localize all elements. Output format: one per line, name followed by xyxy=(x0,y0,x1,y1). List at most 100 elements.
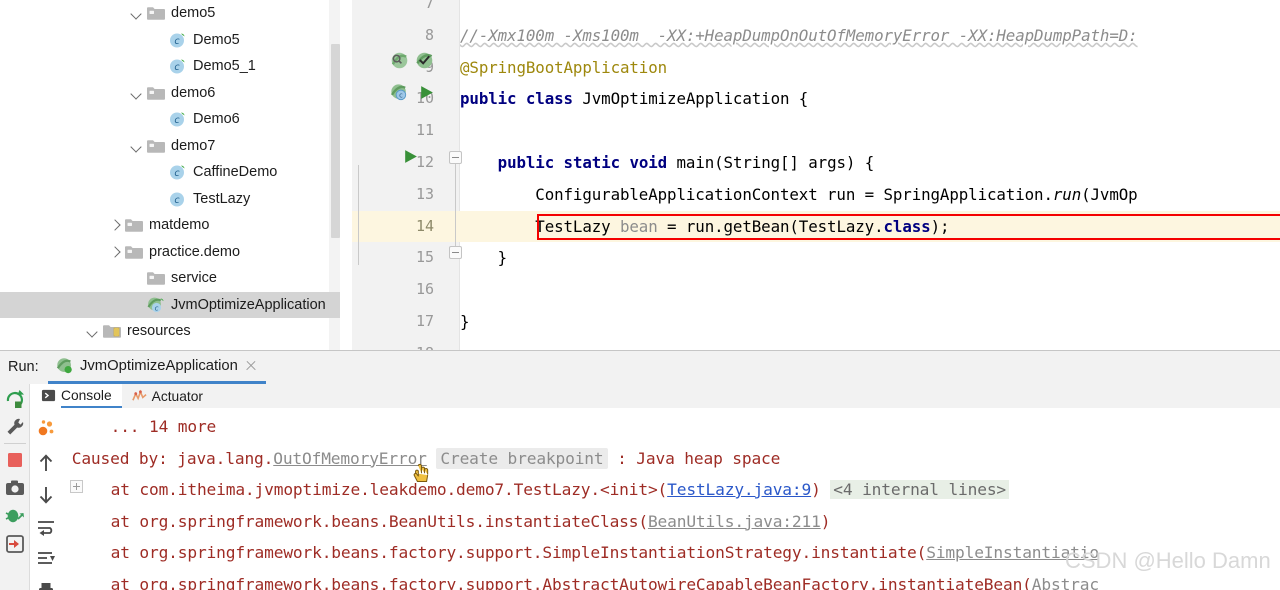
svg-text:c: c xyxy=(174,115,180,126)
console-line: ... 14 more xyxy=(111,411,217,443)
chevron-down-icon[interactable] xyxy=(130,6,144,20)
tree-item-demo5[interactable]: demo5 xyxy=(0,0,340,27)
editor-line-17[interactable]: 17} xyxy=(352,306,1280,338)
folder-icon xyxy=(146,4,166,22)
chevron-down-icon[interactable] xyxy=(130,139,144,153)
console-output[interactable]: ... 14 more Caused by: java.lang.OutOfMem… xyxy=(62,408,1280,590)
tree-item-demo6[interactable]: demo6 xyxy=(0,80,340,107)
stop-icon[interactable] xyxy=(4,449,26,471)
chevron-down-icon[interactable] xyxy=(130,86,144,100)
run-tool-window: Run: JvmOptimizeApplication Console Actu… xyxy=(0,350,1280,590)
spring-boot-icon[interactable]: c xyxy=(390,83,409,102)
tree-item-matdemo[interactable]: matdemo xyxy=(0,212,340,239)
tree-item-demo5-1[interactable]: c Demo5_1 xyxy=(0,53,340,80)
editor-line-7[interactable]: 7 xyxy=(352,0,1280,20)
stacktrace-link[interactable]: SimpleInstantiatio xyxy=(926,543,1099,562)
editor-line-12[interactable]: 12 public static void main(String[] args… xyxy=(352,147,1280,179)
close-icon[interactable] xyxy=(244,359,258,373)
console-line: Caused by: java.lang.OutOfMemoryError Cr… xyxy=(72,443,780,475)
chevron-right-icon[interactable] xyxy=(108,218,122,232)
tab-actuator[interactable]: Actuator xyxy=(122,384,213,408)
console-toolbar[interactable] xyxy=(31,406,61,590)
editor-line-9[interactable]: 9 @SpringBootApplication xyxy=(352,52,1280,84)
tree-item-demo7[interactable]: demo7 xyxy=(0,133,340,160)
settings-wrench-icon[interactable] xyxy=(4,416,26,438)
editor-line-15[interactable]: 15 } xyxy=(352,242,1280,274)
stacktrace-link[interactable]: BeanUtils.java:211 xyxy=(648,512,821,531)
project-tool-window[interactable]: demo5 c Demo5 c Demo5_1 demo6 c Demo6 demo7 c Caff… xyxy=(0,0,340,350)
run-icon[interactable] xyxy=(418,84,435,101)
analyze-thread-dump-icon[interactable] xyxy=(35,418,57,440)
console-line: at org.springframework.beans.factory.sup… xyxy=(111,569,1100,590)
console-tab-strip[interactable]: Console Actuator xyxy=(31,384,1280,408)
console-icon xyxy=(41,389,56,401)
tree-item-demo6[interactable]: c Demo6 xyxy=(0,106,340,133)
editor-area[interactable]: 7 8 //-Xmx100m -Xms100m -XX:+HeapDumpOnOut… xyxy=(352,0,1280,350)
camera-snapshot-icon[interactable] xyxy=(4,477,26,499)
soft-wrap-icon[interactable] xyxy=(35,516,57,538)
tree-item-practice-demo[interactable]: practice.demo xyxy=(0,239,340,266)
print-icon[interactable] xyxy=(35,580,57,590)
scroll-to-end-icon[interactable] xyxy=(35,548,57,570)
stacktrace-link[interactable]: Abstrac xyxy=(1032,575,1099,590)
editor-line-10[interactable]: 10 public class JvmOptimizeApplication { xyxy=(352,83,1280,115)
down-arrow-icon[interactable] xyxy=(35,484,57,506)
internal-lines-fold[interactable]: <4 internal lines> xyxy=(830,480,1010,499)
console-text: at org.springframework.beans.factory.sup… xyxy=(110,543,927,562)
editor-line-13[interactable]: 13 ConfigurableApplicationContext run = … xyxy=(352,179,1280,211)
run-configuration-tab[interactable]: JvmOptimizeApplication xyxy=(48,351,266,384)
tree-item-label: service xyxy=(171,270,217,286)
run-method-icon[interactable] xyxy=(402,148,419,165)
run-header: Run: JvmOptimizeApplication xyxy=(0,351,1280,384)
tree-item-label: demo5 xyxy=(171,5,216,21)
line-number: 14 xyxy=(415,216,434,235)
chevron-down-icon[interactable] xyxy=(86,324,100,338)
spring-run-icon xyxy=(56,358,72,374)
line-number: 13 xyxy=(415,184,434,203)
tree-item-testlazy[interactable]: c TestLazy xyxy=(0,186,340,213)
tree-item-label: Demo6 xyxy=(193,111,240,127)
tree-item-service[interactable]: service xyxy=(0,265,340,292)
editor-line-16[interactable]: 16 xyxy=(352,274,1280,306)
code-text: //-Xmx100m -Xms100m -XX:+HeapDumpOnOutOf… xyxy=(460,25,1138,45)
tree-item-demo5[interactable]: c Demo5 xyxy=(0,27,340,54)
tree-item-jvmoptimizeapplication[interactable]: c JvmOptimizeApplication xyxy=(0,291,340,318)
tree-item-resources[interactable]: resources xyxy=(0,318,340,345)
tree-item-caffinedemo[interactable]: c CaffineDemo xyxy=(0,159,340,186)
folder-icon xyxy=(146,137,166,155)
chevron-right-icon[interactable] xyxy=(108,245,122,259)
tree-item-label: practice.demo xyxy=(149,243,241,260)
editor-line-8[interactable]: 8 //-Xmx100m -Xms100m -XX:+HeapDumpOnOutO… xyxy=(352,20,1280,52)
fold-collapse-icon-top[interactable] xyxy=(449,151,462,164)
svg-text:c: c xyxy=(174,168,180,179)
up-arrow-icon[interactable] xyxy=(35,452,57,474)
exit-icon[interactable] xyxy=(4,533,26,555)
rerun-icon[interactable] xyxy=(4,388,26,410)
code-fold-line xyxy=(358,165,359,265)
svg-text:c: c xyxy=(399,92,403,100)
debug-attach-icon[interactable] xyxy=(4,505,26,527)
spring-bean-search-icon[interactable] xyxy=(390,51,409,70)
create-breakpoint-hint[interactable]: Create breakpoint xyxy=(436,447,608,469)
tree-item-label: Demo5 xyxy=(193,31,240,48)
code-text: TestLazy bean = run.getBean(TestLazy.cla… xyxy=(460,216,950,236)
console-line: at org.springframework.beans.BeanUtils.i… xyxy=(111,506,831,538)
stacktrace-link[interactable]: OutOfMemoryError xyxy=(273,449,427,468)
editor-line-14[interactable]: 14 TestLazy bean = run.getBean(TestLazy.… xyxy=(352,210,1280,243)
spring-bean-check-icon[interactable] xyxy=(415,51,434,70)
tab-console[interactable]: Console xyxy=(31,384,122,408)
stacktrace-expander-icon[interactable] xyxy=(70,480,83,493)
line-number: 15 xyxy=(415,248,434,267)
editor-line-11[interactable]: 11 xyxy=(352,115,1280,147)
run-left-toolbar[interactable] xyxy=(0,384,30,590)
java-class-icon: c xyxy=(168,31,188,49)
stacktrace-link[interactable]: TestLazy.java:9 xyxy=(667,480,811,499)
tree-item-label: TestLazy xyxy=(193,190,251,207)
editor-line-18[interactable]: 18 xyxy=(352,338,1280,350)
fold-collapse-icon-bottom[interactable] xyxy=(449,246,462,259)
